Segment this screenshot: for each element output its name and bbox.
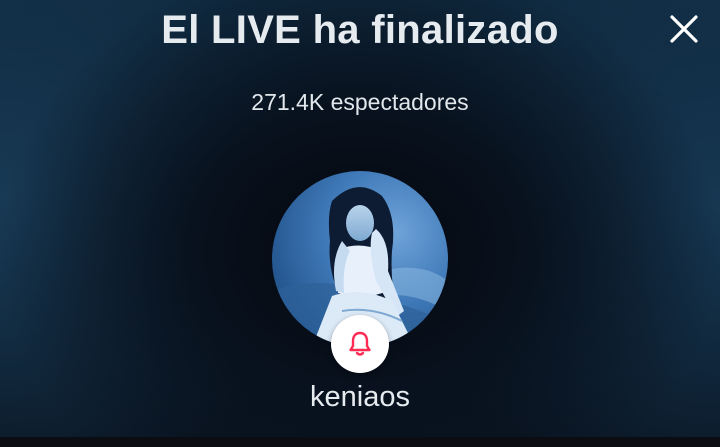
viewer-count: 271.4K espectadores bbox=[251, 89, 469, 115]
host-username[interactable]: keniaos bbox=[0, 381, 720, 414]
bell-icon bbox=[349, 331, 371, 356]
notify-bell-button[interactable] bbox=[331, 315, 389, 373]
close-button[interactable] bbox=[664, 9, 704, 49]
close-icon bbox=[670, 15, 698, 43]
page-title: El LIVE ha finalizado bbox=[161, 8, 559, 52]
bottom-bar bbox=[0, 437, 720, 447]
